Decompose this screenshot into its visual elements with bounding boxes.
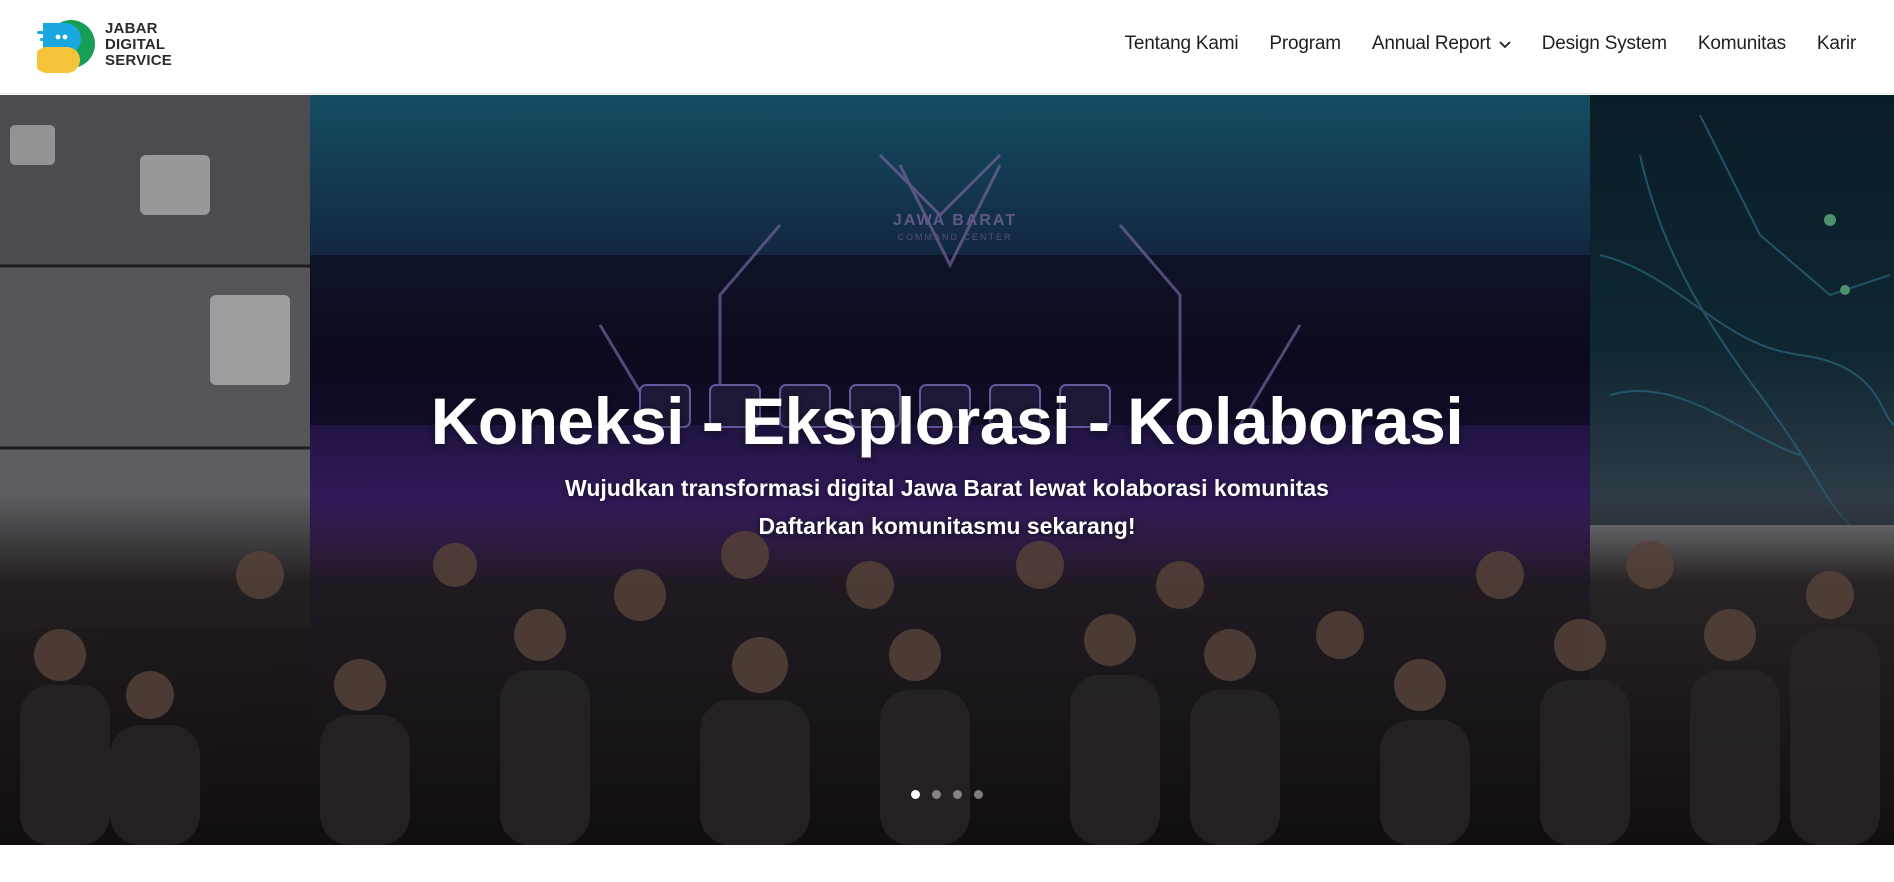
brand-line-1: JABAR xyxy=(105,20,158,37)
slider-dot-4[interactable] xyxy=(974,790,983,799)
nav-item-design-system[interactable]: Design System xyxy=(1542,33,1667,55)
hero-subtitle-line-1: Wujudkan transformasi digital Jawa Barat… xyxy=(565,475,1329,501)
chevron-down-icon xyxy=(1499,41,1511,49)
slider-dot-1[interactable] xyxy=(911,790,920,799)
hero-slider: JAWA BARAT COMMAND CENTER Koneksi - Eksp… xyxy=(0,95,1894,845)
slider-dot-3[interactable] xyxy=(953,790,962,799)
nav-item-label: Karir xyxy=(1816,33,1856,54)
hero-subtitle-line-2: Daftarkan komunitasmu sekarang! xyxy=(758,513,1136,539)
site-header: JABAR DIGITAL SERVICE Tentang Kami Progr… xyxy=(0,0,1894,94)
hero-title: Koneksi - Eksplorasi - Kolaborasi xyxy=(430,384,1464,458)
nav-item-komunitas[interactable]: Komunitas xyxy=(1698,33,1786,55)
nav-item-label: Annual Report xyxy=(1371,33,1491,54)
jds-logo-icon xyxy=(37,20,95,73)
nav-item-tentang-kami[interactable]: Tentang Kami xyxy=(1125,33,1239,55)
slider-dot-2[interactable] xyxy=(932,790,941,799)
brand-line-3: SERVICE xyxy=(105,52,172,69)
nav-item-label: Komunitas xyxy=(1697,33,1786,54)
nav-item-label: Program xyxy=(1269,33,1341,54)
nav-item-program[interactable]: Program xyxy=(1269,33,1341,55)
nav-item-label: Design System xyxy=(1541,33,1667,54)
nav-item-label: Tentang Kami xyxy=(1124,33,1239,54)
brand-logo[interactable]: JABAR DIGITAL SERVICE xyxy=(37,17,172,73)
nav-item-karir[interactable]: Karir xyxy=(1817,33,1856,55)
brand-line-2: DIGITAL xyxy=(105,36,166,53)
nav-item-annual-report[interactable]: Annual Report xyxy=(1372,33,1511,55)
main-nav: Tentang Kami Program Annual Report Desig… xyxy=(1125,0,1857,88)
slider-pagination xyxy=(0,790,1894,799)
hero-overlay xyxy=(0,95,1894,845)
brand-name: JABAR DIGITAL SERVICE xyxy=(105,21,172,69)
